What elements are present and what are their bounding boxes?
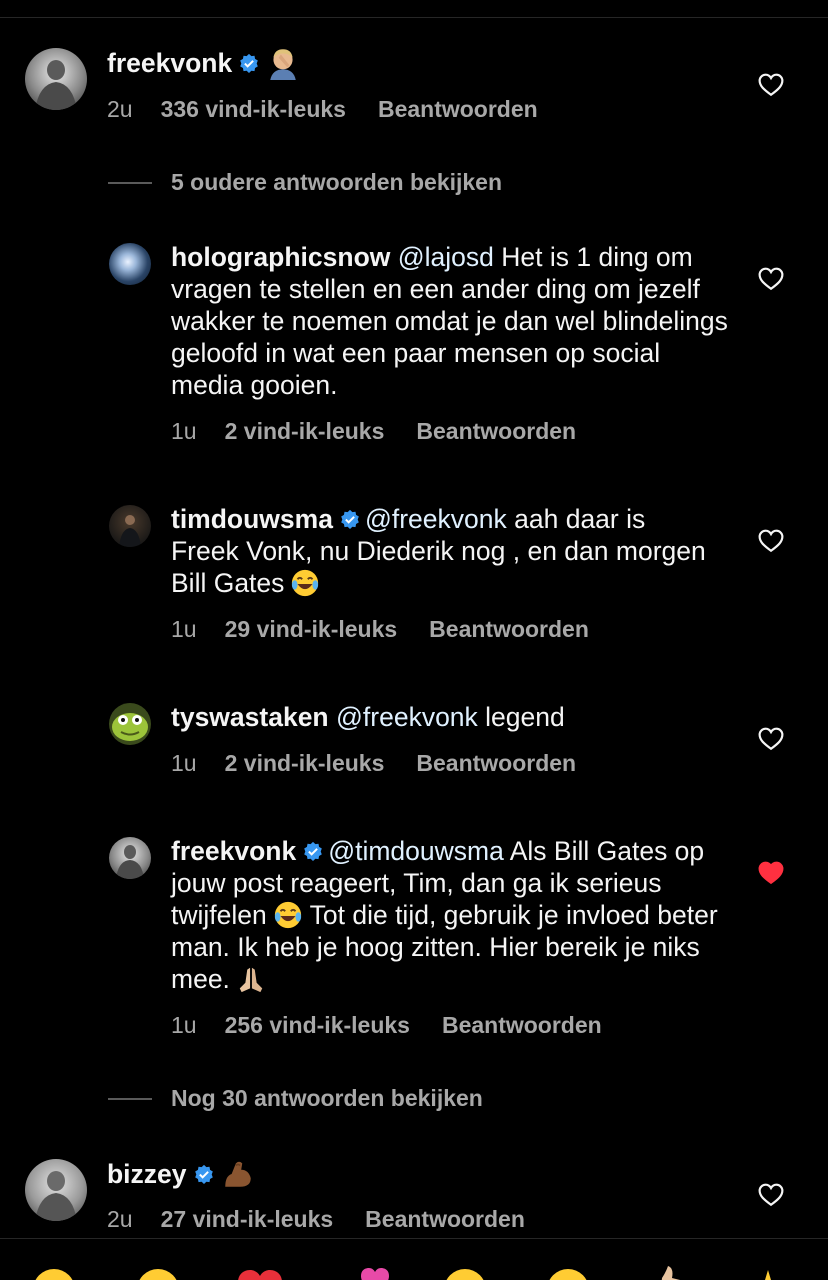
laughing-tears-icon [274,901,301,929]
red-heart-icon[interactable] [236,1268,284,1280]
likes-count[interactable]: 256 vind-ik-leuks [225,1012,410,1038]
flexed-biceps-icon [224,1161,251,1187]
likes-count[interactable]: 336 vind-ik-leuks [161,96,346,122]
like-heart-icon[interactable] [758,73,784,97]
mention-link[interactable]: @lajosd [398,242,494,272]
comment-meta: 1u 29 vind-ik-leuks Beantwoorden [171,616,621,643]
username[interactable]: freekvonk [107,48,232,78]
avatar[interactable] [109,505,151,547]
comment-text: holographicsnow @lajosd Het is 1 ding om… [171,241,731,401]
verified-badge-icon [341,509,359,529]
timestamp: 1u [171,1012,197,1038]
grinning-face-icon[interactable] [32,1268,76,1280]
timestamp: 1u [171,750,197,776]
folded-hands-icon [239,967,263,993]
quick-reactions-bar [0,1262,828,1280]
reply-button[interactable]: Beantwoorden [442,1012,602,1038]
verified-badge-icon [240,53,259,73]
view-more-label[interactable]: Nog 30 antwoorden bekijken [171,1085,483,1112]
laughing-tears-icon [292,569,319,597]
comment-text: bizzey [107,1157,255,1191]
comment-meta: 1u 2 vind-ik-leuks Beantwoorden [171,418,608,445]
username[interactable]: tyswastaken [171,702,329,732]
comment-text: tyswastaken @freekvonk legend [171,701,711,733]
mention-link[interactable]: @freekvonk [336,702,478,732]
comment-text: freekvonk @timdouwsma Als Bill Gates op j… [171,835,731,995]
smiling-face-icon[interactable] [136,1268,180,1280]
liked-heart-icon[interactable] [758,861,784,885]
likes-count[interactable]: 2 vind-ik-leuks [225,750,385,776]
avatar[interactable] [25,1159,87,1221]
timestamp: 1u [171,418,197,444]
view-older-label[interactable]: 5 oudere antwoorden bekijken [171,169,502,196]
view-older-replies[interactable]: 5 oudere antwoorden bekijken [108,169,502,196]
thumbs-up-icon[interactable] [650,1266,686,1280]
comment-meta: 1u 256 vind-ik-leuks Beantwoorden [171,1012,634,1039]
username[interactable]: timdouwsma [171,504,333,534]
avatar[interactable] [109,837,151,879]
facepalm-icon [270,49,296,80]
reply-button[interactable]: Beantwoorden [378,96,538,122]
view-more-replies[interactable]: Nog 30 antwoorden bekijken [108,1085,483,1112]
timestamp: 1u [171,616,197,642]
comment-meta: 2u 27 vind-ik-leuks Beantwoorden [107,1206,557,1233]
like-heart-icon[interactable] [758,267,784,291]
mention-link[interactable]: @freekvonk [365,504,507,534]
avatar[interactable] [109,703,151,745]
reply-button[interactable]: Beantwoorden [365,1206,525,1232]
sparkles-icon[interactable] [748,1266,788,1280]
happy-face-icon[interactable] [546,1268,590,1280]
username[interactable]: holographicsnow [171,242,390,272]
like-heart-icon[interactable] [758,727,784,751]
like-heart-icon[interactable] [758,529,784,553]
username[interactable]: freekvonk [171,836,296,866]
avatar[interactable] [25,48,87,110]
like-heart-icon[interactable] [758,1183,784,1207]
reply-button[interactable]: Beantwoorden [429,616,589,642]
mention-link[interactable]: @timdouwsma [328,836,504,866]
reply-button[interactable]: Beantwoorden [416,750,576,776]
comment-text: timdouwsma @freekvonk aah daar is Freek V… [171,503,711,599]
likes-count[interactable]: 2 vind-ik-leuks [225,418,385,444]
top-divider [0,17,828,18]
avatar[interactable] [109,243,151,285]
likes-count[interactable]: 29 vind-ik-leuks [225,616,398,642]
comment-text: freekvonk [107,46,300,80]
username[interactable]: bizzey [107,1159,187,1189]
comment-meta: 2u 336 vind-ik-leuks Beantwoorden [107,96,570,123]
timestamp: 2u [107,96,133,122]
smirking-face-icon[interactable] [443,1268,487,1280]
verified-badge-icon [304,841,323,861]
likes-count[interactable]: 27 vind-ik-leuks [161,1206,334,1232]
reply-button[interactable]: Beantwoorden [416,418,576,444]
timestamp: 2u [107,1206,133,1232]
comment-meta: 1u 2 vind-ik-leuks Beantwoorden [171,750,608,777]
sparkling-heart-icon[interactable] [360,1266,390,1280]
bottom-divider [0,1238,828,1239]
divider-dash [108,1097,152,1100]
verified-badge-icon [194,1164,213,1184]
comment-body: legend [477,702,565,732]
divider-dash [108,181,152,184]
